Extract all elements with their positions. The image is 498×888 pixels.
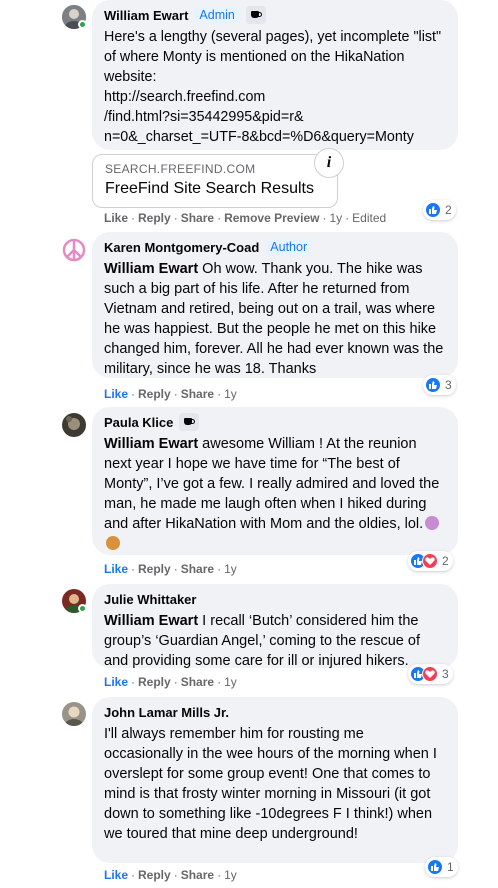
share-button[interactable]: Share xyxy=(181,868,214,882)
reply-button[interactable]: Reply xyxy=(138,868,171,882)
like-reaction-icon xyxy=(427,859,443,875)
reaction-summary[interactable]: 3 xyxy=(423,375,456,395)
author-name[interactable]: John Lamar Mills Jr. xyxy=(104,705,229,720)
reaction-count: 3 xyxy=(442,667,449,681)
like-button[interactable]: Like xyxy=(104,211,128,225)
mention-link[interactable]: William Ewart xyxy=(104,436,198,452)
preview-title: FreeFind Site Search Results xyxy=(105,180,314,197)
reaction-summary[interactable]: 2 xyxy=(408,551,453,571)
online-status-icon xyxy=(78,604,87,613)
avatar-photo-icon xyxy=(62,413,86,437)
info-icon[interactable]: i xyxy=(314,148,344,178)
reaction-count: 2 xyxy=(442,554,449,568)
like-reaction-icon xyxy=(425,202,441,218)
like-button[interactable]: Like xyxy=(104,675,128,689)
love-reaction-icon xyxy=(422,553,438,569)
like-reaction-icon xyxy=(425,377,441,393)
comment-body: Oh wow. Thank you. The hike was such a b… xyxy=(104,261,444,377)
comment-actions: Like · Reply · Share · 1y xyxy=(104,387,237,401)
avatar[interactable] xyxy=(62,238,86,262)
like-button[interactable]: Like xyxy=(104,868,128,882)
comment-text: William Ewart Oh wow. Thank you. The hik… xyxy=(104,259,446,379)
reply-button[interactable]: Reply xyxy=(138,387,171,401)
author-name[interactable]: William Ewart xyxy=(104,8,188,23)
reaction-count: 3 xyxy=(445,378,452,392)
reply-button[interactable]: Reply xyxy=(138,211,171,225)
timestamp[interactable]: 1y xyxy=(224,675,237,689)
remove-preview-button[interactable]: Remove Preview xyxy=(224,211,319,225)
share-button[interactable]: Share xyxy=(181,675,214,689)
link-preview[interactable]: SEARCH.FREEFIND.COM FreeFind Site Search… xyxy=(92,154,338,208)
timestamp[interactable]: 1y xyxy=(329,211,342,225)
edited-label[interactable]: Edited xyxy=(352,211,386,225)
avatar[interactable] xyxy=(62,413,86,437)
reaction-count: 1 xyxy=(447,860,454,874)
comment-actions: Like · Reply · Share · 1y xyxy=(104,868,237,882)
author-name[interactable]: Karen Montgomery-Coad xyxy=(104,240,259,255)
reaction-summary[interactable]: 2 xyxy=(423,200,456,220)
mention-link[interactable]: William Ewart xyxy=(104,261,198,277)
reply-button[interactable]: Reply xyxy=(138,675,171,689)
timestamp[interactable]: 1y xyxy=(224,562,237,576)
comment-bubble: Julie Whittaker William Ewart I recall ‘… xyxy=(92,584,458,671)
reaction-summary[interactable]: 1 xyxy=(425,857,458,877)
online-status-icon xyxy=(78,20,87,29)
coffee-cup-icon xyxy=(179,413,200,431)
comment-actions: Like · Reply · Share · 1y xyxy=(104,562,237,576)
peace-sign-icon xyxy=(62,238,86,262)
comment-text: Here's a lengthy (several pages), yet in… xyxy=(104,29,442,145)
mention-link[interactable]: William Ewart xyxy=(104,613,198,629)
comment-bubble: John Lamar Mills Jr. I'll always remembe… xyxy=(92,697,458,863)
comment-bubble: Karen Montgomery-Coad Author William Ewa… xyxy=(92,232,458,378)
author-name[interactable]: Paula Klice xyxy=(104,415,173,430)
comment-bubble: William Ewart Admin Here's a lengthy (se… xyxy=(92,0,458,150)
comment-text: William Ewart I recall ‘Butch’ considere… xyxy=(104,611,446,671)
avatar[interactable] xyxy=(62,702,86,726)
author-name[interactable]: Julie Whittaker xyxy=(104,592,196,607)
timestamp[interactable]: 1y xyxy=(224,868,237,882)
comment-actions: Like · Reply · Share · Remove Preview · 1y · … xyxy=(104,211,387,225)
author-badge: Author xyxy=(265,238,313,256)
comment-bubble: Paula Klice William Ewart awesome Willia… xyxy=(92,407,458,555)
reaction-count: 2 xyxy=(445,203,452,217)
reaction-summary[interactable]: 3 xyxy=(408,664,453,684)
share-button[interactable]: Share xyxy=(181,211,214,225)
like-button[interactable]: Like xyxy=(104,387,128,401)
share-button[interactable]: Share xyxy=(181,562,214,576)
love-reaction-icon xyxy=(422,666,438,682)
preview-domain: SEARCH.FREEFIND.COM xyxy=(105,162,256,176)
avatar-photo-icon xyxy=(62,702,86,726)
reply-button[interactable]: Reply xyxy=(138,562,171,576)
emoji-icon xyxy=(106,536,120,550)
comment-text: I'll always remember him for rousting me… xyxy=(104,726,437,842)
coffee-cup-icon xyxy=(245,6,266,24)
emoji-icon xyxy=(425,516,440,530)
timestamp[interactable]: 1y xyxy=(224,387,237,401)
share-button[interactable]: Share xyxy=(181,387,214,401)
comment-text: William Ewart awesome William ! At the r… xyxy=(104,434,446,554)
like-button[interactable]: Like xyxy=(104,562,128,576)
admin-badge: Admin xyxy=(194,6,240,24)
comment-actions: Like · Reply · Share · 1y xyxy=(104,675,237,689)
